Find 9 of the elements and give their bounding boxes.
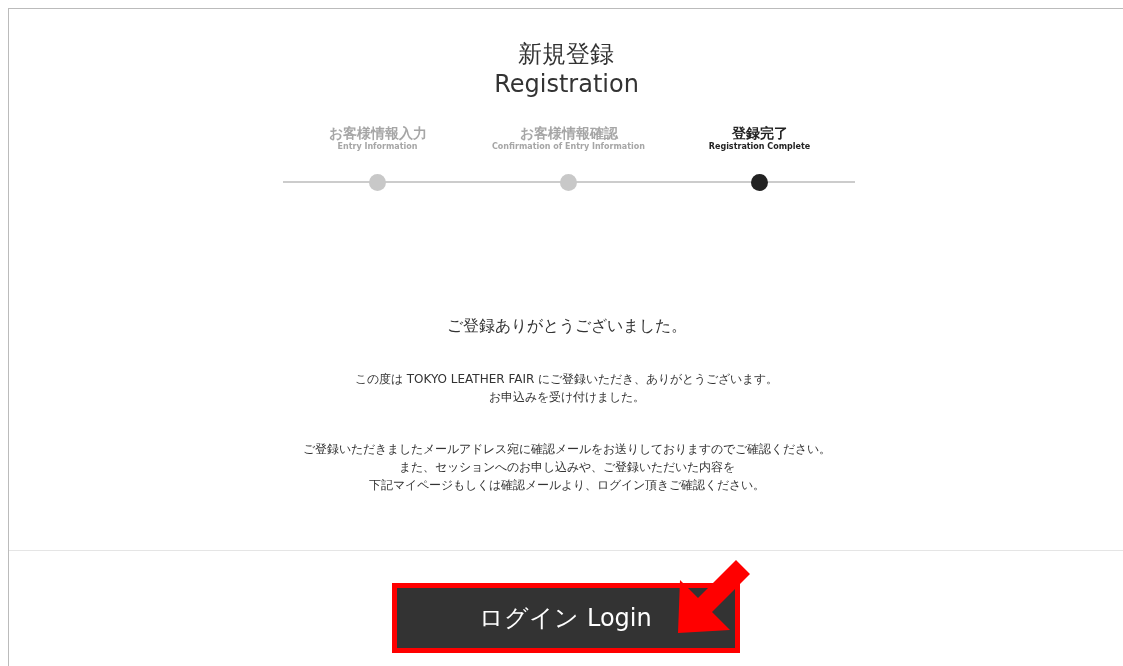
message-paragraph: ご登録いただきましたメールアドレス宛に確認メールをお送りしておりますのでご確認ください。 また、セッションへのお申し込みや、ご登録いただいた内容を 下記マイページもしくは確認メールより、ログイン頂きご確認ください。 bbox=[302, 441, 831, 494]
step-label: お客様情報確認 Confirmation of Entry Information bbox=[492, 125, 645, 152]
page-title: 新規登録 Registration bbox=[494, 39, 639, 99]
thanks-heading: ご登録ありがとうございました。 bbox=[446, 315, 687, 337]
message-paragraph: この度は TOKYO LEATHER FAIR にご登録いただき、ありがとうございます。 お申込みを受け付けました。 bbox=[354, 371, 779, 406]
step-label: お客様情報入力 Entry Information bbox=[328, 125, 427, 152]
arrow-icon bbox=[678, 560, 750, 634]
login-button[interactable]: ログイン Login bbox=[391, 583, 740, 653]
step-label: 登録完了 Registration Complete bbox=[708, 125, 811, 152]
